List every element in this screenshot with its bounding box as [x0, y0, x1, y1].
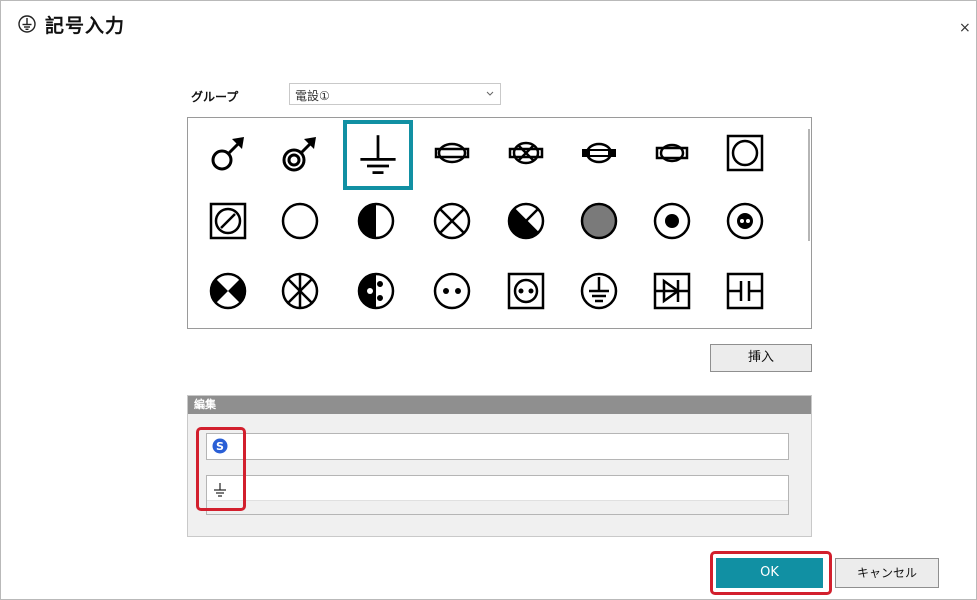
outlet-square-icon — [507, 272, 545, 310]
half-filled-circle-symbol[interactable] — [347, 192, 405, 250]
male-double-ring-icon — [282, 137, 316, 172]
ground-circle-icon — [580, 272, 618, 310]
ground-circle-symbol[interactable] — [570, 262, 628, 320]
dot-circle-symbol[interactable] — [643, 192, 701, 250]
dot-circle-icon — [653, 202, 691, 240]
diode-square-symbol[interactable] — [643, 262, 701, 320]
square-circle-icon — [726, 134, 764, 172]
symbol-input-dialog: 記号入力 × グループ 電設① 挿入 編集 S OK キャンセル — [0, 0, 977, 600]
group-selected-value: 電設① — [295, 89, 330, 103]
lamp-small-bar-icon — [655, 143, 689, 163]
title-bar: 記号入力 × — [1, 1, 976, 45]
quarter-filled-cross-circle-icon — [507, 202, 545, 240]
two-dot-circle-symbol[interactable] — [423, 262, 481, 320]
star-circle-icon — [281, 272, 319, 310]
edit-field-2-scroll-area — [207, 500, 788, 514]
half-filled-circle-icon — [357, 202, 395, 240]
capacitor-square-symbol[interactable] — [716, 262, 774, 320]
lamp-cross-bar-symbol[interactable] — [497, 124, 555, 182]
highlight-box-ok — [710, 551, 832, 595]
window-title: 記号入力 — [45, 15, 126, 37]
circle-symbol[interactable] — [271, 192, 329, 250]
edit-panel: 編集 S — [187, 395, 812, 537]
lamp-filled-bar-icon — [582, 142, 616, 164]
lamp-filled-bar-symbol[interactable] — [570, 124, 628, 182]
cancel-button[interactable]: キャンセル — [835, 558, 939, 588]
edit-field-1[interactable]: S — [206, 433, 789, 460]
edit-panel-header: 編集 — [188, 396, 811, 414]
chevron-down-icon — [486, 91, 494, 96]
edit-field-2[interactable] — [206, 475, 789, 515]
group-dropdown[interactable]: 電設① — [289, 83, 501, 105]
lamp-bar-symbol[interactable] — [423, 124, 481, 182]
outlet-square-symbol[interactable] — [497, 262, 555, 320]
earth-ground-icon — [360, 135, 396, 174]
symbol-palette — [187, 117, 812, 329]
male-double-ring-symbol[interactable] — [271, 124, 329, 182]
hatched-circle-icon — [580, 202, 618, 240]
lamp-bar-icon — [434, 142, 470, 164]
cross-circle-symbol[interactable] — [423, 192, 481, 250]
bowtie-circle-icon — [209, 272, 247, 310]
two-dot-circle-icon — [433, 272, 471, 310]
square-circle-symbol[interactable] — [716, 124, 774, 182]
three-dot-circle-symbol[interactable] — [347, 262, 405, 320]
circle-icon — [281, 202, 319, 240]
star-circle-symbol[interactable] — [271, 262, 329, 320]
double-dot-ring-symbol[interactable] — [716, 192, 774, 250]
square-slash-circle-symbol[interactable] — [199, 192, 257, 250]
earth-ground-symbol[interactable] — [343, 120, 413, 190]
ground-symbol-icon — [18, 15, 36, 33]
three-dot-circle-icon — [357, 272, 395, 310]
close-button[interactable]: × — [959, 21, 971, 35]
cross-circle-icon — [433, 202, 471, 240]
quarter-filled-cross-circle-symbol[interactable] — [497, 192, 555, 250]
insert-button[interactable]: 挿入 — [710, 344, 812, 372]
highlight-box-edit-icons — [196, 427, 246, 511]
bowtie-circle-symbol[interactable] — [199, 262, 257, 320]
lamp-small-bar-symbol[interactable] — [643, 124, 701, 182]
diode-square-icon — [653, 272, 691, 310]
capacitor-square-icon — [726, 272, 764, 310]
hatched-circle-symbol[interactable] — [570, 192, 628, 250]
double-dot-ring-icon — [726, 202, 764, 240]
square-slash-circle-icon — [209, 202, 247, 240]
group-label: グループ — [191, 90, 239, 104]
male-symbol[interactable] — [199, 124, 257, 182]
palette-scrollbar[interactable] — [808, 129, 810, 241]
male-symbol-icon — [211, 137, 244, 171]
lamp-cross-bar-icon — [508, 141, 544, 165]
